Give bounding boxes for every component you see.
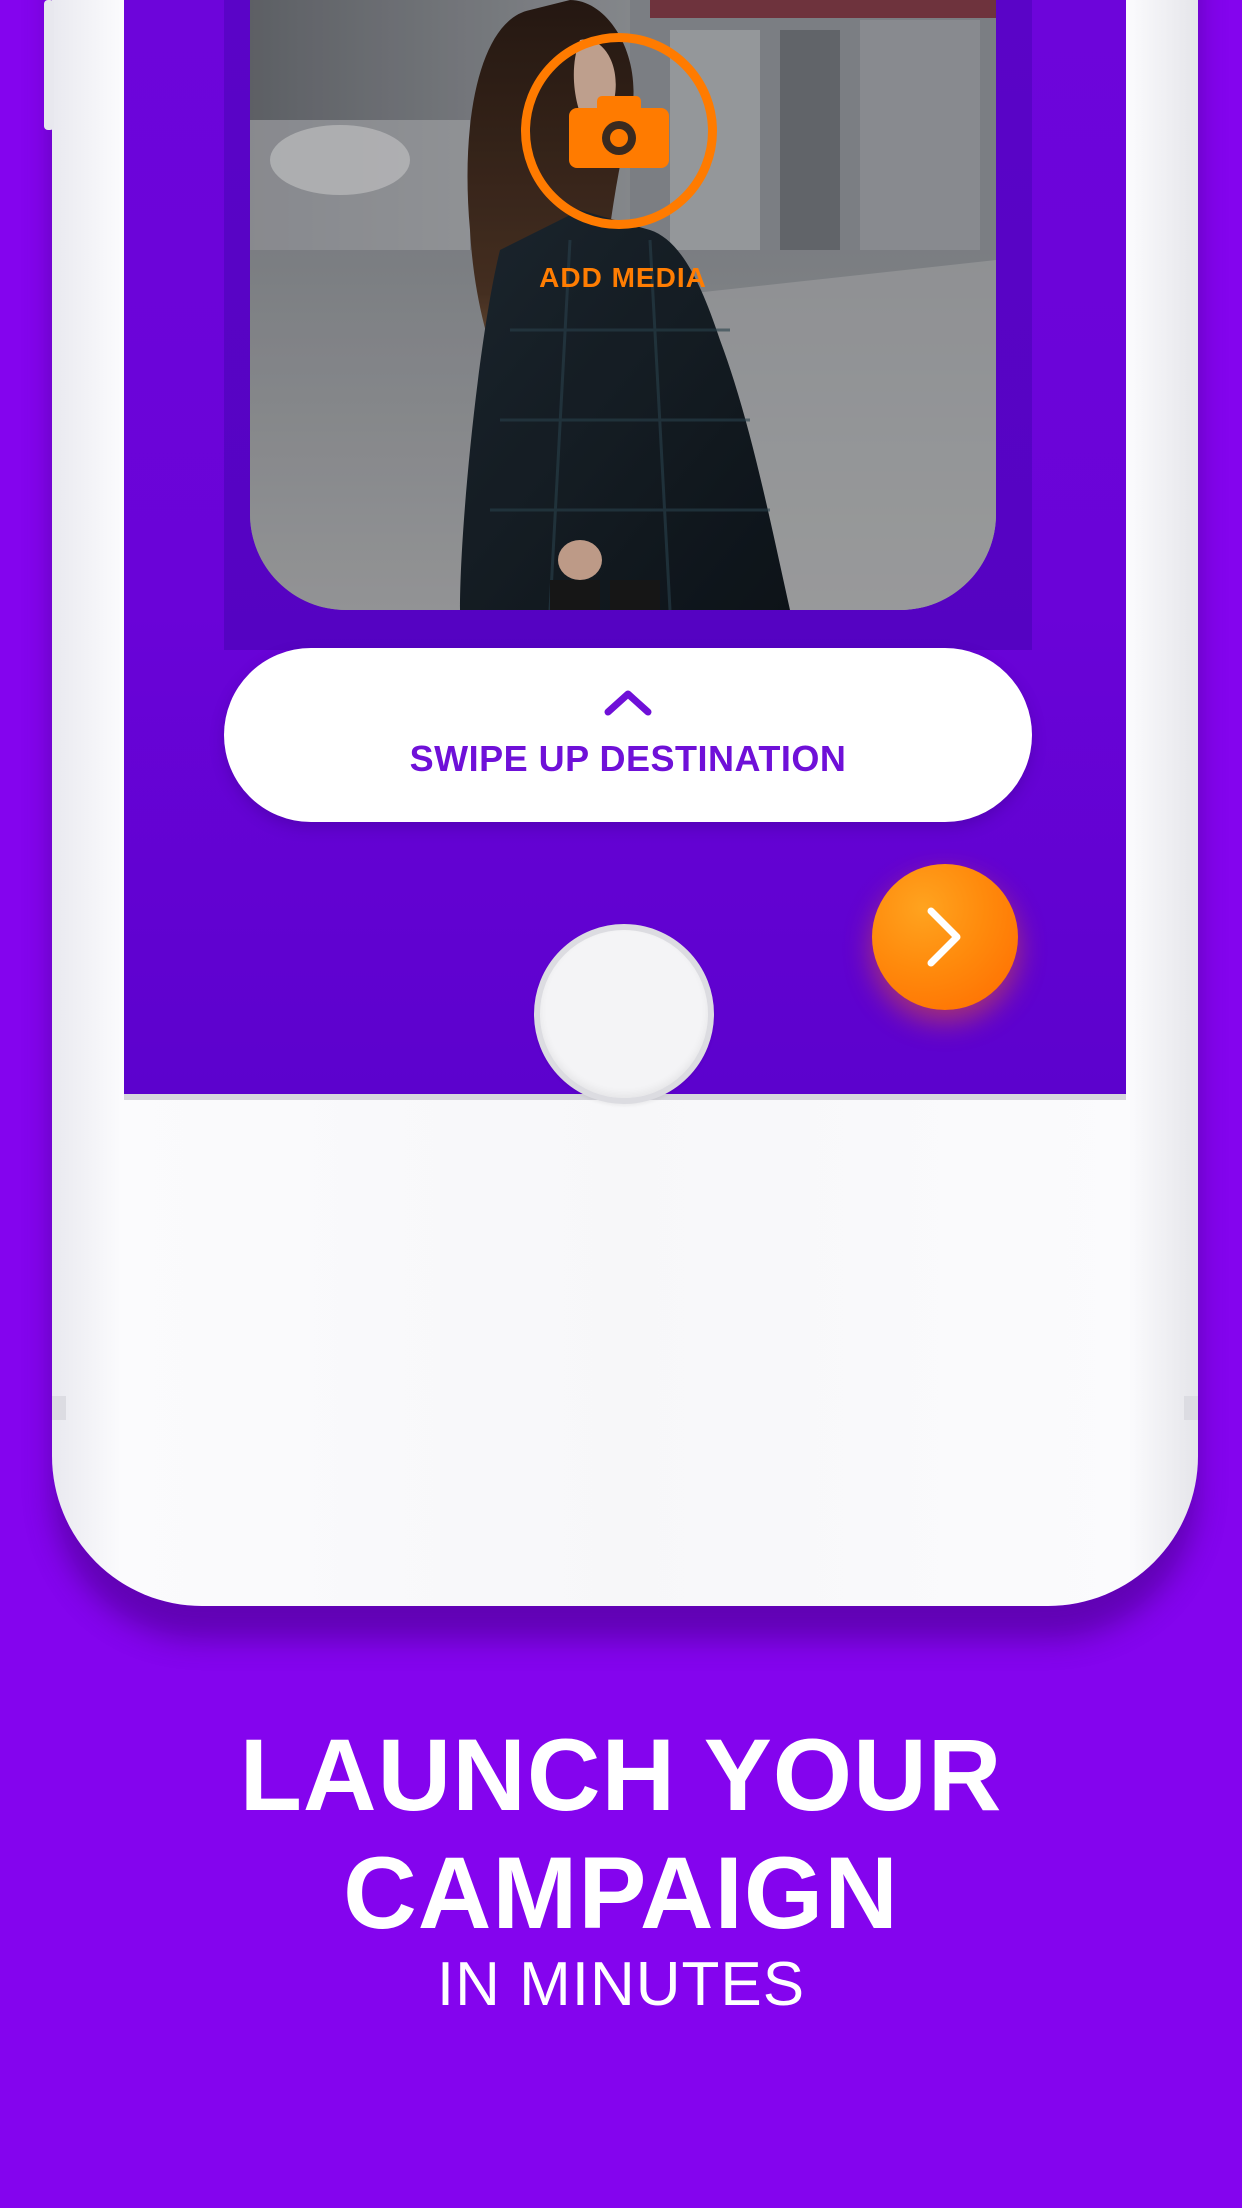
home-button[interactable] (534, 924, 714, 1104)
add-media-button[interactable]: ADD MEDIA (250, 0, 996, 610)
next-button[interactable] (872, 864, 1018, 1010)
promo-page: ADD MEDIA SWIPE UP DESTINATION LAUNCH YO… (0, 0, 1242, 2208)
media-photo[interactable]: ADD MEDIA (250, 0, 996, 610)
swipe-up-label: SWIPE UP DESTINATION (409, 738, 847, 779)
chevron-right-icon (927, 907, 961, 967)
headline: LAUNCH YOUR CAMPAIGN IN MINUTES (0, 1716, 1242, 2022)
add-media-label: ADD MEDIA (539, 262, 707, 293)
swipe-up-destination-button[interactable]: SWIPE UP DESTINATION (224, 648, 1032, 822)
media-card-frame: ADD MEDIA (224, 0, 1032, 650)
phone-antenna-band-right (1184, 1396, 1198, 1420)
camera-icon (569, 96, 669, 168)
phone-antenna-band-left (52, 1396, 66, 1420)
headline-line-2: CAMPAIGN (343, 1836, 899, 1950)
chevron-up-icon (604, 690, 652, 716)
headline-line-1: LAUNCH YOUR (239, 1718, 1003, 1832)
headline-subline: IN MINUTES (436, 1950, 806, 2019)
add-media-ring (521, 33, 717, 229)
phone-side-button (44, 0, 54, 130)
phone-mockup: ADD MEDIA SWIPE UP DESTINATION (44, 0, 1198, 1606)
